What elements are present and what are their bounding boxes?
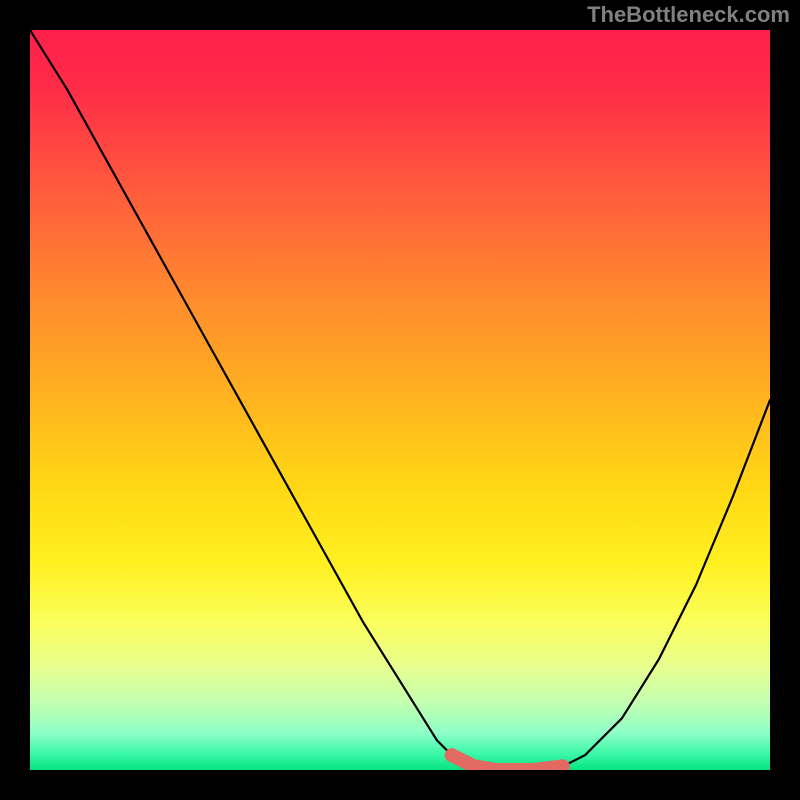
bottleneck-curve <box>30 30 770 770</box>
watermark-label: TheBottleneck.com <box>587 2 790 28</box>
plot-area <box>30 30 770 770</box>
chart-frame: TheBottleneck.com <box>0 0 800 800</box>
